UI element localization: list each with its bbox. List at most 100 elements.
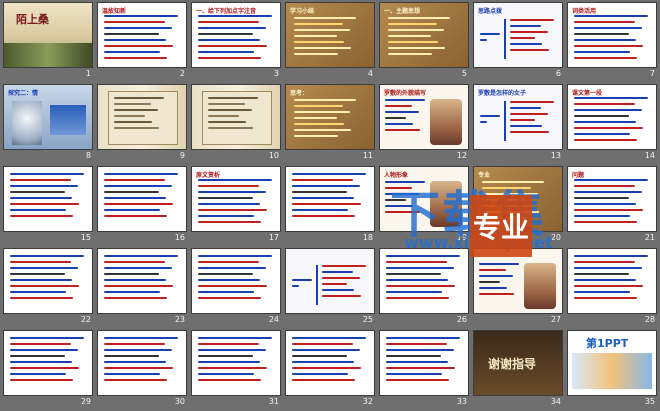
slide-thumbnail[interactable]: 罗敷是怎样的女子 13 <box>473 84 563 165</box>
slide-text-line <box>574 209 643 211</box>
slide-thumbnail[interactable]: 29 <box>3 330 93 411</box>
slide-text-line <box>104 291 160 293</box>
tree-image <box>12 101 42 145</box>
slide-preview[interactable] <box>191 84 281 150</box>
slide-preview[interactable] <box>3 166 93 232</box>
slide-title: 一、主题思想 <box>384 8 421 15</box>
slide-preview[interactable]: 思路点拨 <box>473 2 563 68</box>
slide-title: 问题 <box>572 172 585 179</box>
slide-preview[interactable] <box>285 330 375 396</box>
slide-text-line <box>574 39 636 41</box>
slide-preview[interactable] <box>379 248 469 314</box>
slide-preview[interactable]: 课文第一段 <box>567 84 657 150</box>
slide-thumbnail[interactable]: 10 <box>191 84 281 165</box>
slide-thumbnail[interactable]: 31 <box>191 330 281 411</box>
slide-thumbnail[interactable]: 30 <box>97 330 187 411</box>
slide-thumbnail[interactable]: 16 <box>97 166 187 247</box>
slide-text-line <box>574 203 636 205</box>
slide-preview[interactable] <box>567 248 657 314</box>
slide-text-line <box>574 267 642 269</box>
slide-sorter-grid: 陌上桑 1 温故知新 2 一、给下列加点字注音 3 学习小结 4 一、主题思想 5 思路点拨 6 词类活… <box>3 2 657 411</box>
slide-preview[interactable]: 探究二：情 <box>3 84 93 150</box>
slide-preview[interactable] <box>3 330 93 396</box>
slide-preview[interactable]: 思考： <box>285 84 375 150</box>
slide-text-line <box>10 197 72 199</box>
slide-thumbnail[interactable]: 问题 21 <box>567 166 657 247</box>
bracket-diagram <box>316 265 318 305</box>
slide-thumbnail[interactable]: 温故知新 2 <box>97 2 187 83</box>
slide-preview[interactable] <box>3 248 93 314</box>
slide-thumbnail[interactable]: 探究二：情 8 <box>3 84 93 165</box>
slide-thumbnail[interactable]: 26 <box>379 248 469 329</box>
slide-preview[interactable]: 人物形象 <box>379 166 469 232</box>
slide-text-line <box>10 179 71 181</box>
slide-text-line <box>574 133 630 135</box>
slide-text-line <box>198 33 253 35</box>
slide-preview[interactable] <box>379 330 469 396</box>
slide-preview[interactable] <box>473 248 563 314</box>
slide-preview[interactable]: 陌上桑 <box>3 2 93 68</box>
slide-thumbnail[interactable]: 人物形象 19 <box>379 166 469 247</box>
slide-thumbnail[interactable]: 24 <box>191 248 281 329</box>
slide-thumbnail[interactable]: 罗敷的外貌描写 12 <box>379 84 469 165</box>
slide-preview[interactable]: 罗敷的外貌描写 <box>379 84 469 150</box>
slide-text-line <box>480 115 500 117</box>
slide-thumbnail[interactable]: 22 <box>3 248 93 329</box>
slide-text-line <box>574 21 635 23</box>
slide-thumbnail[interactable]: 词类活用 7 <box>567 2 657 83</box>
slide-thumbnail[interactable]: 一、主题思想 5 <box>379 2 469 83</box>
slide-thumbnail[interactable]: 23 <box>97 248 187 329</box>
slide-preview[interactable] <box>97 330 187 396</box>
slide-preview[interactable]: 学习小结 <box>285 2 375 68</box>
slide-thumbnail[interactable]: 28 <box>567 248 657 329</box>
slide-text-line <box>385 117 406 119</box>
slide-preview[interactable] <box>191 330 281 396</box>
slide-preview[interactable]: 一、主题思想 <box>379 2 469 68</box>
slide-thumbnail[interactable]: 27 <box>473 248 563 329</box>
slide-preview[interactable]: 原文赏析 <box>191 166 281 232</box>
slide-preview[interactable] <box>97 84 187 150</box>
slide-text-line <box>292 209 348 211</box>
slide-thumbnail[interactable]: 25 <box>285 248 375 329</box>
slide-preview[interactable]: 词类活用 <box>567 2 657 68</box>
slide-preview[interactable] <box>97 248 187 314</box>
slide-thumbnail[interactable]: 学习小结 4 <box>285 2 375 83</box>
slide-preview[interactable] <box>191 248 281 314</box>
slide-preview[interactable] <box>285 166 375 232</box>
slide-thumbnail[interactable]: 陌上桑 1 <box>3 2 93 83</box>
slide-preview[interactable] <box>97 166 187 232</box>
slide-text-line <box>294 123 344 125</box>
slide-thumbnail[interactable]: 原文赏析 17 <box>191 166 281 247</box>
slide-number: 7 <box>649 69 655 78</box>
slide-preview[interactable]: 第1PPT <box>567 330 657 396</box>
slide-text-line <box>386 343 447 345</box>
slide-text-line <box>574 27 642 29</box>
slide-thumbnail[interactable]: 33 <box>379 330 469 411</box>
slide-thumbnail[interactable]: 思考： 11 <box>285 84 375 165</box>
slide-preview[interactable]: 温故知新 <box>97 2 187 68</box>
slide-thumbnail[interactable]: 15 <box>3 166 93 247</box>
slide-thumbnail[interactable]: 第1PPT 35 <box>567 330 657 411</box>
slide-preview[interactable] <box>285 248 375 314</box>
slide-thumbnail[interactable]: 18 <box>285 166 375 247</box>
slide-text-line <box>198 185 259 187</box>
slide-thumbnail[interactable]: 课文第一段 14 <box>567 84 657 165</box>
slide-text-line <box>104 197 166 199</box>
slide-text-line <box>104 209 160 211</box>
slide-preview[interactable]: 罗敷是怎样的女子 <box>473 84 563 150</box>
slide-text-line <box>104 45 173 47</box>
slide-number: 23 <box>174 315 185 324</box>
slide-number: 5 <box>461 69 467 78</box>
slide-thumbnail[interactable]: 谢谢指导 34 <box>473 330 563 411</box>
slide-text-line <box>574 221 637 223</box>
slide-preview[interactable]: 问题 <box>567 166 657 232</box>
slide-thumbnail[interactable]: 一、给下列加点字注音 3 <box>191 2 281 83</box>
slide-preview[interactable]: 谢谢指导 <box>473 330 563 396</box>
slide-thumbnail[interactable]: 思路点拨 6 <box>473 2 563 83</box>
slide-text-line <box>104 33 159 35</box>
slide-thumbnail[interactable]: 32 <box>285 330 375 411</box>
slide-preview[interactable]: 一、给下列加点字注音 <box>191 2 281 68</box>
slide-thumbnail[interactable]: 9 <box>97 84 187 165</box>
slide-number: 31 <box>268 397 279 406</box>
slide-text-line <box>479 269 506 271</box>
